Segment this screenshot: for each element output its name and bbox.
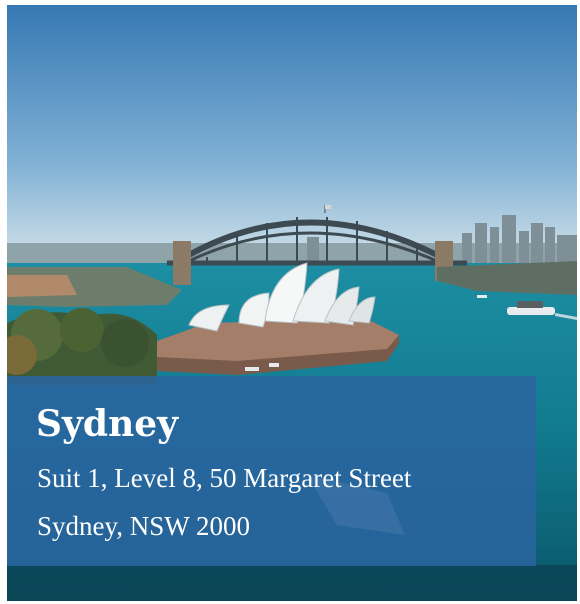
city-title: Sydney	[36, 403, 179, 445]
bridge-pylon-left	[173, 241, 191, 285]
address-panel: Sydney Suit 1, Level 8, 50 Margaret Stre…	[7, 376, 536, 566]
city-state-postcode: Sydney, NSW 2000	[37, 511, 251, 541]
botanic-garden-trees	[7, 308, 157, 385]
street-address: Suit 1, Level 8, 50 Margaret Street	[37, 463, 412, 493]
location-card[interactable]: Sydney Suit 1, Level 8, 50 Margaret Stre…	[7, 5, 577, 601]
